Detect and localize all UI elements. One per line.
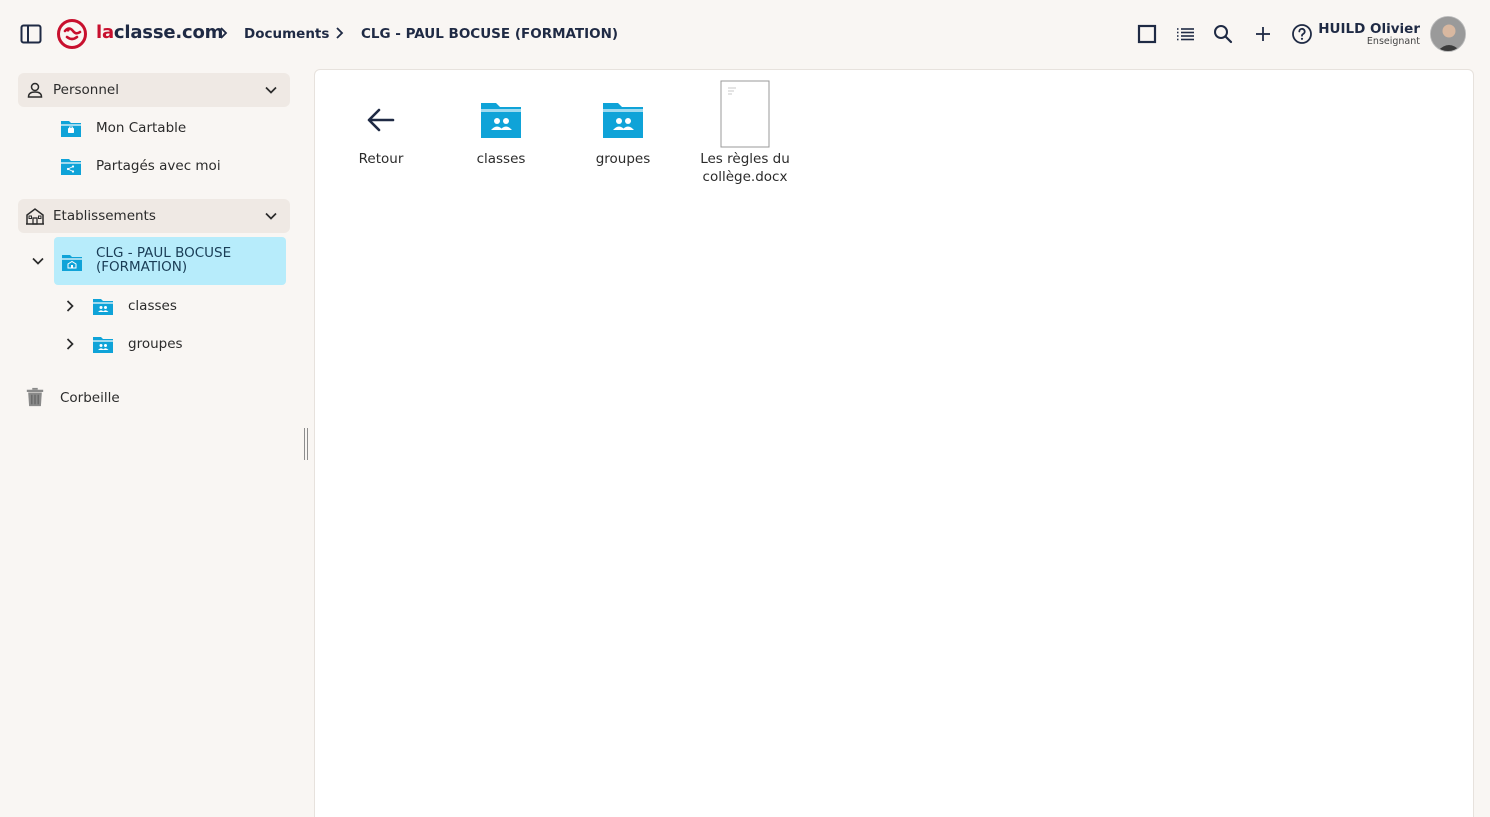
sidebar-item-classes[interactable]: classes	[86, 290, 286, 322]
file-browser-panel: Retour classes groupes Les règles du col…	[314, 69, 1474, 817]
section-personnel-label: Personnel	[53, 82, 119, 98]
group-folder-icon	[93, 337, 113, 353]
tile-label: groupes	[595, 151, 651, 167]
sidebar-item-label: Mon Cartable	[96, 120, 187, 136]
tile-label: Retour	[358, 151, 404, 167]
section-etablissements-label: Etablissements	[53, 208, 156, 224]
back-arrow-icon	[367, 108, 395, 132]
chevron-down-icon[interactable]	[264, 83, 278, 97]
folder-tile-classes[interactable]: classes	[446, 80, 556, 198]
square-view-icon[interactable]	[1135, 22, 1159, 46]
search-icon[interactable]	[1211, 22, 1235, 46]
file-tile-docx[interactable]: Les règles du collège.docx	[690, 80, 800, 198]
app-header: laclasse.com Documents CLG - PAUL BOCUSE…	[0, 0, 1490, 68]
folder-tile-groupes[interactable]: groupes	[568, 80, 678, 198]
avatar-photo-icon	[1431, 17, 1465, 51]
list-view-icon[interactable]	[1173, 22, 1197, 46]
plus-icon[interactable]	[1251, 22, 1275, 46]
group-folder-icon	[603, 103, 643, 138]
brand-prefix: la	[96, 22, 114, 43]
group-folder-icon	[481, 103, 521, 138]
sidebar-item-school[interactable]: CLG - PAUL BOCUSE (FORMATION)	[54, 237, 286, 285]
user-icon	[27, 82, 43, 98]
sidebar-item-label: CLG - PAUL BOCUSE (FORMATION)	[96, 245, 232, 275]
user-role: Enseignant	[1366, 36, 1420, 47]
sidebar-resize-handle[interactable]	[303, 428, 309, 460]
sidebar-item-label: classes	[128, 298, 177, 314]
sidebar-item-groupes[interactable]: groupes	[86, 328, 286, 360]
school-folder-icon	[62, 255, 82, 271]
tile-label: classes	[476, 151, 526, 167]
user-name[interactable]: HUILD Olivier	[1318, 21, 1420, 37]
chevron-right-icon	[220, 27, 228, 39]
section-etablissements[interactable]: Etablissements	[18, 199, 290, 233]
school-building-icon	[26, 208, 44, 225]
avatar[interactable]	[1430, 16, 1466, 52]
back-tile[interactable]: Retour	[326, 80, 436, 198]
chevron-down-icon[interactable]	[264, 209, 278, 223]
chevron-down-icon[interactable]	[31, 254, 45, 268]
trash-icon	[26, 387, 44, 407]
sidebar-item-partages[interactable]: Partagés avec moi	[54, 150, 290, 182]
sidebar-item-label: groupes	[128, 336, 183, 352]
document-icon	[720, 80, 770, 148]
chevron-right-icon[interactable]	[63, 299, 77, 313]
sidebar-item-label: Partagés avec moi	[96, 158, 221, 174]
shared-folder-icon	[61, 159, 81, 175]
section-personnel[interactable]: Personnel	[18, 73, 290, 107]
sidebar-item-label: Corbeille	[60, 390, 120, 406]
brand-suffix: classe.com	[113, 22, 224, 43]
chevron-right-icon	[336, 27, 344, 39]
breadcrumb-current[interactable]: CLG - PAUL BOCUSE (FORMATION)	[361, 26, 618, 42]
chevron-right-icon[interactable]	[63, 337, 77, 351]
breadcrumb-documents[interactable]: Documents	[244, 26, 329, 42]
sidebar-toggle-icon[interactable]	[20, 24, 42, 44]
help-icon[interactable]	[1290, 22, 1314, 46]
group-folder-icon	[93, 299, 113, 315]
brand-name[interactable]: laclasse.com	[96, 22, 223, 43]
tile-label: Les règles du collège.docx	[700, 151, 790, 185]
laclasse-logo-icon[interactable]	[56, 18, 88, 50]
sidebar-item-corbeille[interactable]: Corbeille	[18, 382, 290, 414]
briefcase-folder-icon	[61, 121, 81, 137]
sidebar-item-mon-cartable[interactable]: Mon Cartable	[54, 112, 290, 144]
